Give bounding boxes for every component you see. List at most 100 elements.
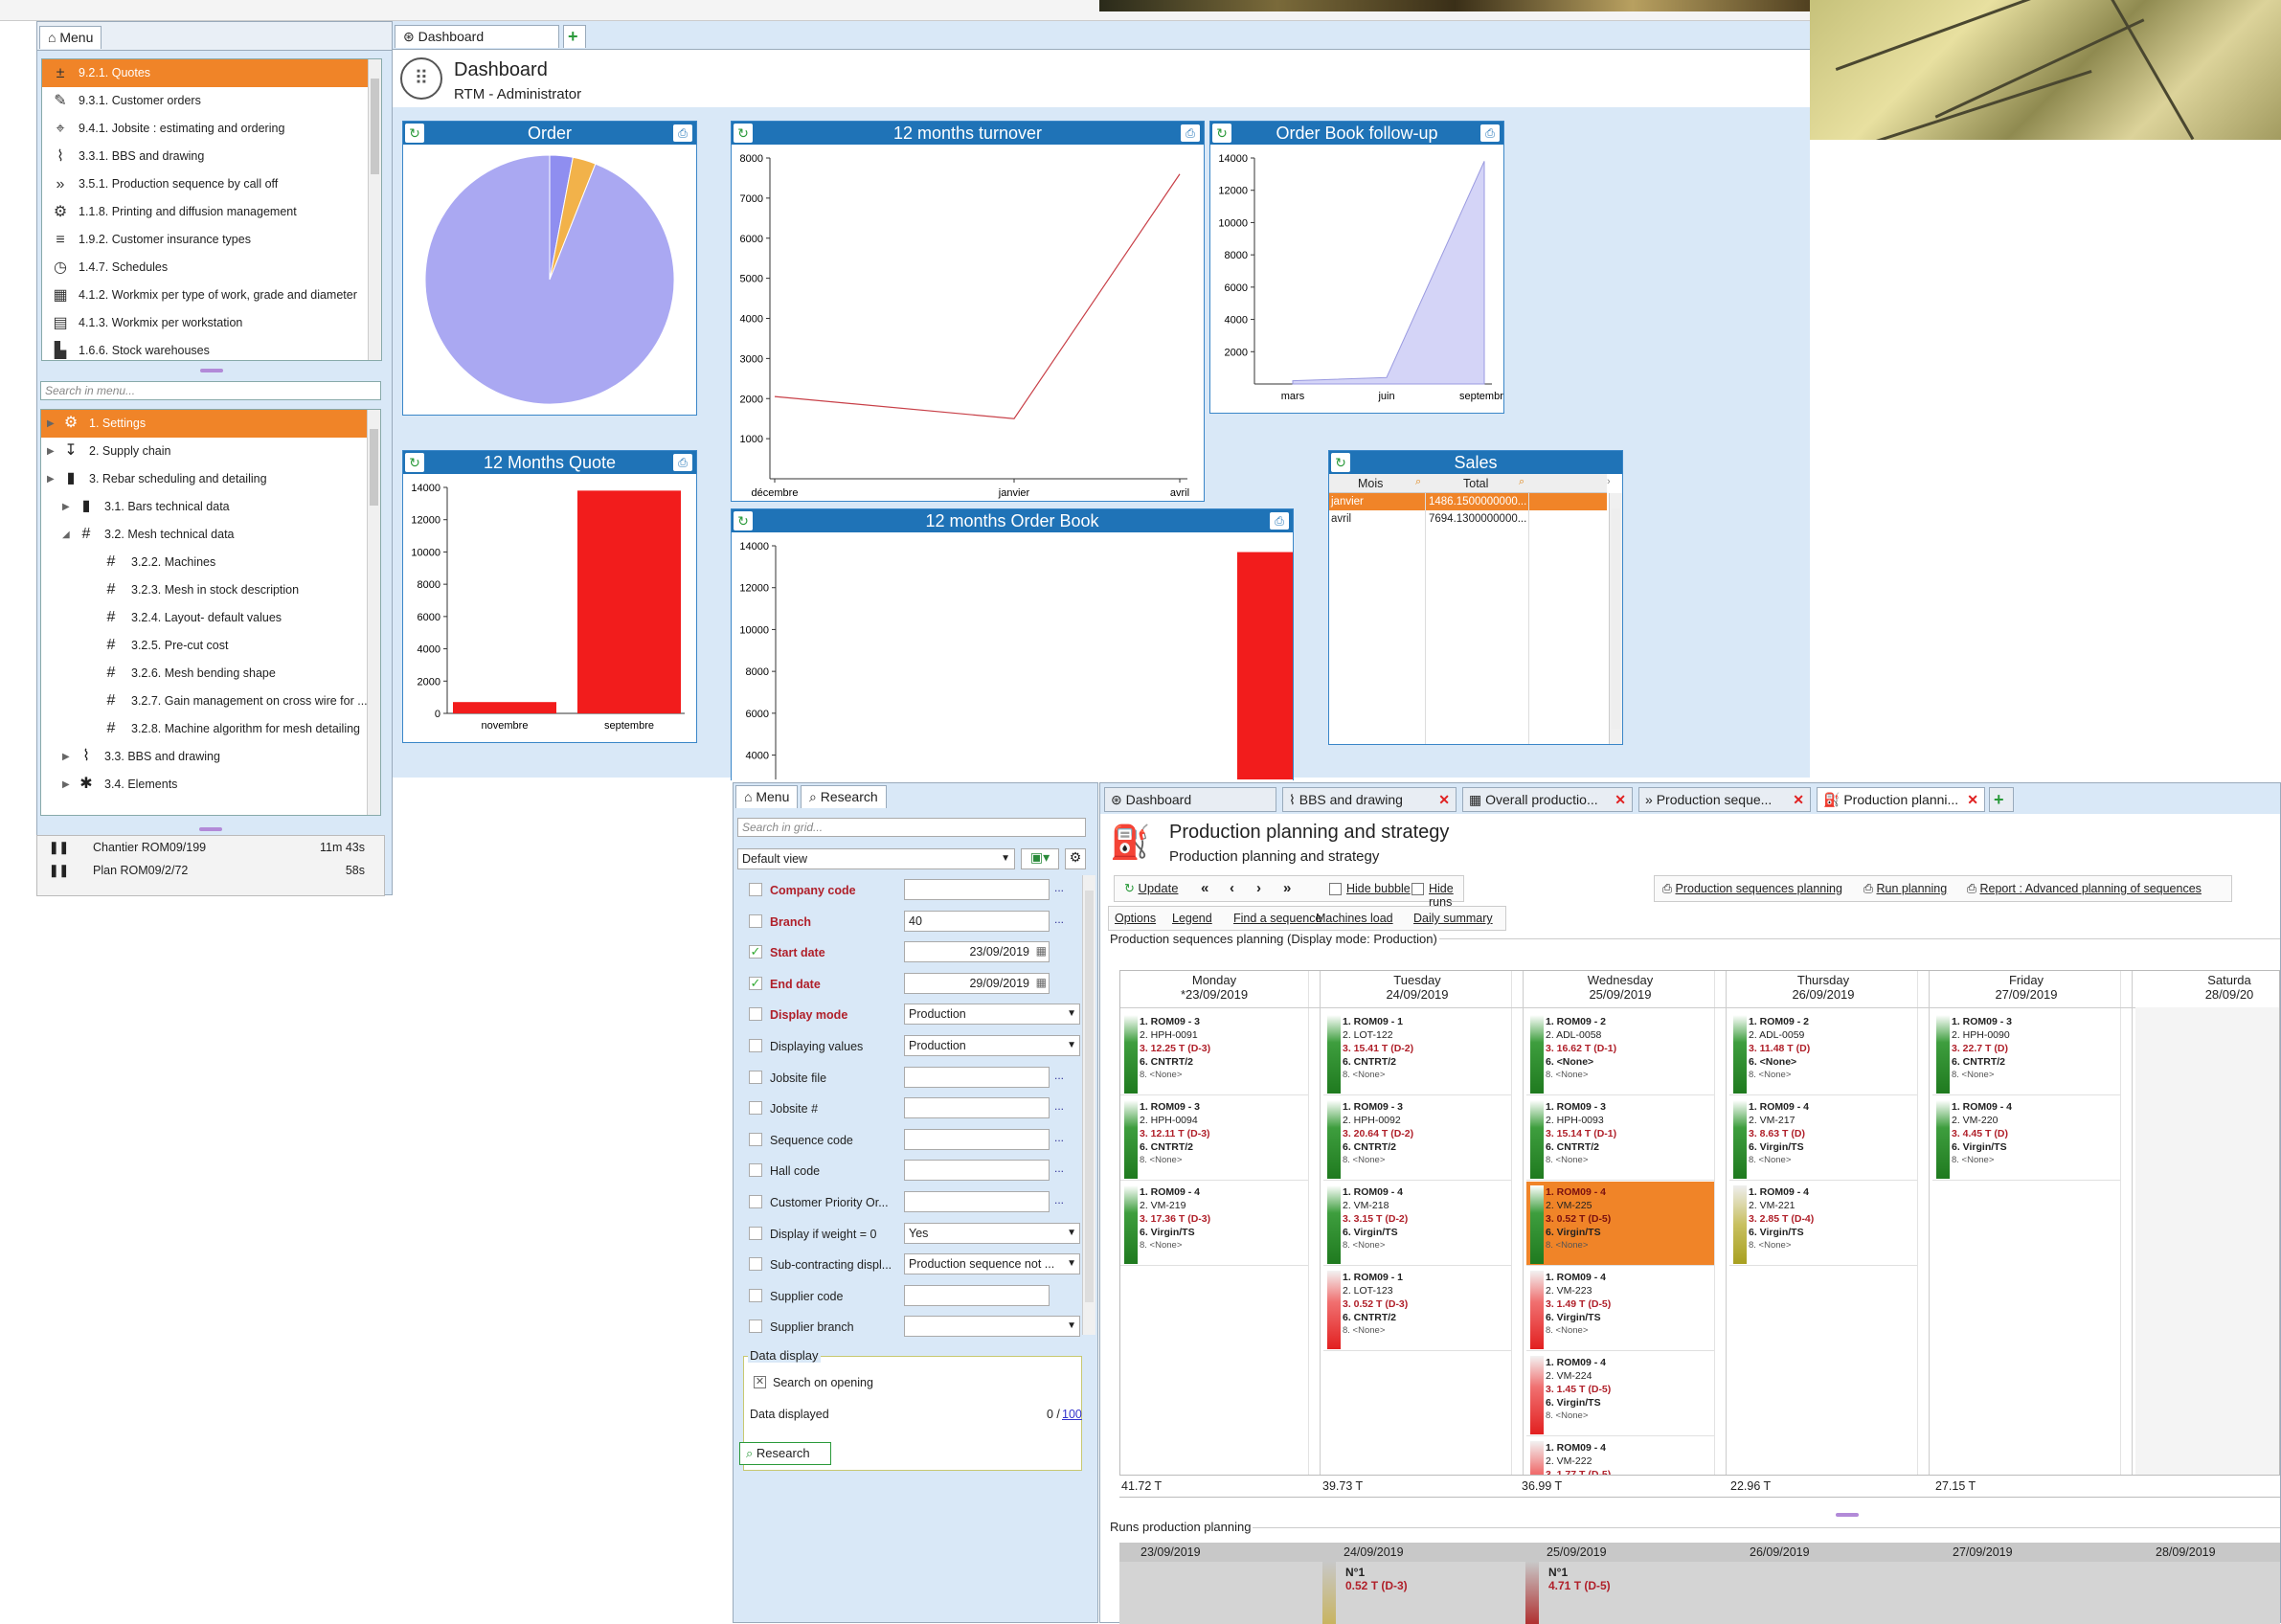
save-view-icon[interactable]: ▣▾	[1021, 848, 1059, 869]
table-row[interactable]: janvier 1486.1500000000...	[1329, 493, 1607, 510]
refresh-icon[interactable]: ↻	[1212, 124, 1231, 143]
filter-input[interactable]: Yes ▼	[904, 1222, 1080, 1244]
planning-menu-item[interactable]: Find a sequence	[1233, 912, 1321, 925]
sequence-card[interactable]: 1. ROM09 - 4 2. VM-219 3. 17.36 T (D-3) 6. …	[1120, 1182, 1308, 1266]
filter-input[interactable]: Production ▼	[904, 1004, 1080, 1026]
refresh-icon[interactable]: ↻	[405, 124, 424, 143]
close-icon[interactable]: ✕	[1615, 792, 1626, 808]
tree-item[interactable]: ◢ #3.2. Mesh technical data	[41, 521, 380, 549]
expand-arrow-icon[interactable]: ▶	[47, 438, 55, 465]
filter-checkbox[interactable]	[749, 1288, 762, 1302]
menu-splitter-handle[interactable]	[200, 369, 223, 372]
sequence-card[interactable]: 1. ROM09 - 3 2. HPH-0091 3. 12.25 T (D-3) 6…	[1120, 1011, 1308, 1095]
sequence-card[interactable]: 1. ROM09 - 3 2. HPH-0094 3. 12.11 T (D-3) 6…	[1120, 1096, 1308, 1181]
filter-input[interactable]: 40	[904, 910, 1050, 932]
print-icon[interactable]: ⎙	[673, 454, 692, 471]
dashboard-tab[interactable]: ⊛ Dashboard	[395, 25, 559, 48]
menu-item[interactable]: ⚙ 1.1.8. Printing and diffusion managemen…	[42, 198, 381, 226]
job-row[interactable]: ❚❚ Chantier ROM09/199 11m 43s	[37, 836, 384, 859]
filter-input[interactable]	[904, 879, 1050, 900]
report-button[interactable]: ⎙ Report : Advanced planning of sequence…	[1967, 882, 2202, 896]
tree-item[interactable]: #3.2.8. Machine algorithm for mesh detai…	[41, 715, 380, 743]
menu-item[interactable]: ⌖ 9.4.1. Jobsite : estimating and orderin…	[42, 115, 381, 143]
last-page-button[interactable]: »	[1277, 878, 1297, 901]
filter-input[interactable]: Production sequence not ... ▼	[904, 1253, 1080, 1275]
print-icon[interactable]: ⎙	[1181, 124, 1200, 142]
ellipsis-button[interactable]: ...	[1054, 1162, 1064, 1175]
sequence-card[interactable]: 1. ROM09 - 2 2. ADL-0059 3. 11.48 T (D) 6. …	[1729, 1011, 1917, 1095]
menu-item[interactable]: ▦ 4.1.2. Workmix per type of work, grade …	[42, 282, 381, 309]
planning-tab[interactable]: ⊛ Dashboard	[1104, 787, 1276, 812]
menu-tab[interactable]: ⌂ Menu	[735, 785, 799, 808]
menu-item[interactable]: ≡ 1.9.2. Customer insurance types	[42, 226, 381, 254]
sequence-card[interactable]: 1. ROM09 - 2 2. ADL-0058 3. 16.62 T (D-1) 6…	[1526, 1011, 1714, 1095]
filter-checkbox[interactable]	[749, 1039, 762, 1052]
favorites-scrollbar[interactable]	[368, 59, 381, 360]
tree-splitter-handle[interactable]	[199, 827, 222, 831]
ellipsis-button[interactable]: ...	[1054, 1131, 1064, 1144]
filter-input[interactable]	[904, 1066, 1050, 1088]
filter-input[interactable]: 29/09/2019 ▦	[904, 972, 1050, 994]
print-icon[interactable]: ⎙	[1480, 124, 1500, 142]
filter-checkbox[interactable]	[749, 883, 762, 896]
sequence-card[interactable]: 1. ROM09 - 4 2. VM-218 3. 3.15 T (D-2) 6. V…	[1323, 1182, 1511, 1266]
ellipsis-button[interactable]: ...	[1054, 1069, 1064, 1082]
filter-input[interactable]: ▼	[904, 1316, 1080, 1338]
sequence-card[interactable]: 1. ROM09 - 3 2. HPH-0093 3. 15.14 T (D-1) 6…	[1526, 1096, 1714, 1181]
tree-item[interactable]: #3.2.2. Machines	[41, 549, 380, 576]
pause-icon[interactable]: ❚❚	[49, 836, 69, 859]
ellipsis-button[interactable]: ...	[1054, 881, 1064, 894]
run-planning-button[interactable]: ⎙ Run planning	[1863, 882, 1947, 896]
menu-item[interactable]: ▙ 1.6.6. Stock warehouses	[42, 337, 381, 360]
filter-checkbox[interactable]	[749, 1132, 762, 1146]
tree-item[interactable]: #3.2.6. Mesh bending shape	[41, 660, 380, 688]
filter-input[interactable]	[904, 1191, 1050, 1212]
menu-item[interactable]: ✎ 9.3.1. Customer orders	[42, 87, 381, 115]
tree-item[interactable]: #3.2.3. Mesh in stock description	[41, 576, 380, 604]
add-tab-button[interactable]: +	[563, 25, 586, 48]
planning-splitter-handle[interactable]	[1836, 1513, 1859, 1517]
data-displayed-max-link[interactable]: 100	[1062, 1408, 1082, 1421]
grid-search-input[interactable]: Search in grid...	[737, 818, 1086, 837]
sales-scrollbar[interactable]	[1609, 493, 1622, 744]
tree-item[interactable]: ▶ ▮ 3.1. Bars technical data	[41, 493, 380, 521]
sequence-card[interactable]: 1. ROM09 - 4 2. VM-220 3. 4.45 T (D) 6. Vir…	[1932, 1096, 2120, 1181]
sequence-card[interactable]: 1. ROM09 - 4 2. VM-222 3. 1.77 T (D-5)	[1526, 1437, 1714, 1475]
filter-checkbox[interactable]	[749, 914, 762, 928]
refresh-icon[interactable]: ↻	[734, 124, 753, 143]
planning-tab[interactable]: ⌇ BBS and drawing ✕	[1282, 787, 1457, 812]
pause-icon[interactable]: ❚❚	[49, 859, 69, 882]
filter-checkbox[interactable]	[749, 1195, 762, 1208]
menu-tab[interactable]: ⌂ Menu	[39, 26, 102, 49]
tree-item[interactable]: #3.2.5. Pre-cut cost	[41, 632, 380, 660]
tree-item[interactable]: #3.2.4. Layout- default values	[41, 604, 380, 632]
tree-scrollbar[interactable]	[367, 410, 380, 815]
sequence-card[interactable]: 1. ROM09 - 4 2. VM-224 3. 1.45 T (D-5) 6. V…	[1526, 1352, 1714, 1436]
filter-checkbox[interactable]	[749, 1320, 762, 1334]
update-button[interactable]: ↻ Update	[1118, 878, 1184, 901]
filter-checkbox[interactable]	[749, 1226, 762, 1240]
refresh-icon[interactable]: ↻	[734, 511, 753, 530]
menu-item[interactable]: ▤ 4.1.3. Workmix per workstation	[42, 309, 381, 337]
research-tab[interactable]: ⌕ Research	[801, 785, 887, 808]
refresh-icon[interactable]: ↻	[405, 453, 424, 472]
refresh-icon[interactable]: ↻	[1331, 453, 1350, 472]
filter-checkbox[interactable]	[749, 1101, 762, 1116]
add-tab-button[interactable]: +	[1989, 787, 2014, 812]
expand-arrow-icon[interactable]: ▶	[62, 743, 70, 771]
tree-item[interactable]: ▶ ▮ 3. Rebar scheduling and detailing	[41, 465, 380, 493]
tree-item[interactable]: ▶ ✱ 3.4. Elements	[41, 771, 380, 799]
sequence-card[interactable]: 1. ROM09 - 4 2. VM-221 3. 2.85 T (D-4) 6. V…	[1729, 1182, 1917, 1266]
menu-search-input[interactable]: Search in menu...	[40, 381, 381, 400]
close-icon[interactable]: ✕	[1793, 792, 1804, 808]
expand-arrow-icon[interactable]: ▶	[47, 410, 55, 438]
ellipsis-button[interactable]: ...	[1054, 913, 1064, 926]
calendar-icon[interactable]: ▦	[1036, 944, 1047, 958]
menu-item[interactable]: ◷ 1.4.7. Schedules	[42, 254, 381, 282]
sales-col-mois[interactable]: Mois	[1358, 477, 1383, 490]
close-icon[interactable]: ✕	[1967, 792, 1978, 808]
sequence-card[interactable]: 1. ROM09 - 4 2. VM-223 3. 1.49 T (D-5) 6. V…	[1526, 1267, 1714, 1351]
hide-runs-checkbox[interactable]	[1412, 883, 1424, 895]
table-row[interactable]: avril 7694.1300000000...	[1329, 510, 1607, 528]
planning-menu-item[interactable]: Legend	[1172, 912, 1212, 925]
